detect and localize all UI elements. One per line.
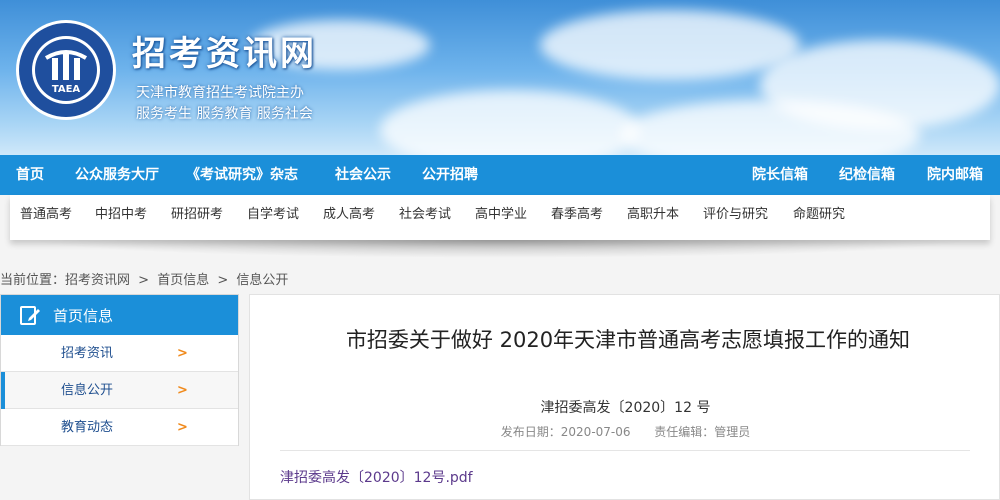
subnav-spring-exam[interactable]: 春季高考: [551, 195, 603, 235]
site-header: TAEA 招考资讯网 天津市教育招生考试院主办 服务考生 服务教育 服务社会: [0, 0, 1000, 155]
breadcrumb-homepage-info-link[interactable]: 首页信息: [157, 273, 209, 288]
subnav-high-school-entrance[interactable]: 中招中考: [95, 195, 147, 235]
sidebar-item-info-disclosure[interactable]: 信息公开 >: [1, 372, 238, 409]
chevron-right-icon: >: [177, 346, 188, 361]
subnav-vocational-upgrade[interactable]: 高职升本: [627, 195, 679, 235]
sidebar: 首页信息 招考资讯 > 信息公开 > 教育动态 >: [0, 294, 239, 446]
subnav-proposition-research[interactable]: 命题研究: [793, 195, 845, 235]
sidebar-title: 首页信息: [53, 306, 114, 325]
subnav-shadow: [30, 240, 970, 258]
chevron-right-icon: >: [177, 420, 188, 435]
category-navigation: 普通高考 中招中考 研招研考 自学考试 成人高考 社会考试 高中学业 春季高考 …: [10, 195, 990, 240]
sidebar-item-label: 教育动态: [61, 420, 114, 435]
document-number: 津招委高发〔2020〕12 号: [540, 400, 711, 416]
topnav-discipline-mailbox[interactable]: 纪检信箱: [839, 155, 895, 195]
topnav-public-service-hall[interactable]: 公众服务大厅: [75, 155, 159, 195]
article-panel: 市招委关于做好 2020年天津市普通高考志愿填报工作的通知 津招委高发〔2020…: [249, 294, 1000, 500]
site-title: 招考资讯网: [132, 34, 317, 74]
breadcrumb-home-link[interactable]: 当前位置：招考资讯网: [0, 273, 130, 288]
sidebar-item-admission-news[interactable]: 招考资讯 >: [1, 335, 238, 372]
subnav-social-exam[interactable]: 社会考试: [399, 195, 451, 235]
subnav-high-school-academic[interactable]: 高中学业: [475, 195, 527, 235]
site-subtitle-slogan: 服务考生 服务教育 服务社会: [136, 106, 313, 122]
subnav-college-entrance[interactable]: 普通高考: [20, 195, 72, 235]
topnav-home[interactable]: 首页: [16, 155, 44, 195]
top-navigation: 首页 公众服务大厅 《考试研究》杂志 社会公示 公开招聘 院长信箱 纪检信箱 院…: [0, 155, 1000, 195]
sidebar-header: 首页信息: [1, 295, 238, 335]
topnav-recruitment[interactable]: 公开招聘: [422, 155, 478, 195]
pdf-attachment-link[interactable]: 津招委高发〔2020〕12号.pdf: [280, 467, 473, 487]
breadcrumb-separator: >: [217, 273, 229, 288]
edit-document-icon: [20, 306, 40, 325]
topnav-president-mailbox[interactable]: 院长信箱: [752, 155, 808, 195]
sidebar-item-education-news[interactable]: 教育动态 >: [1, 409, 238, 446]
sidebar-item-label: 招考资讯: [61, 346, 114, 361]
sidebar-item-label: 信息公开: [61, 383, 114, 398]
responsible-editor: 责任编辑：管理员: [654, 425, 751, 439]
taea-logo-icon[interactable]: TAEA: [14, 18, 118, 122]
site-subtitle-organizer: 天津市教育招生考试院主办: [136, 85, 304, 101]
breadcrumb-separator: >: [138, 273, 150, 288]
article-meta: 发布日期：2020-07-06 责任编辑：管理员: [250, 423, 1000, 440]
publish-date: 发布日期：2020-07-06: [500, 425, 631, 439]
topnav-internal-mailbox[interactable]: 院内邮箱: [927, 155, 983, 195]
subnav-self-study-exam[interactable]: 自学考试: [247, 195, 299, 235]
divider: [280, 450, 970, 451]
chevron-right-icon: >: [177, 383, 188, 398]
subnav-graduate-exam[interactable]: 研招研考: [171, 195, 223, 235]
subnav-evaluation-research[interactable]: 评价与研究: [703, 195, 768, 235]
topnav-exam-research-magazine[interactable]: 《考试研究》杂志: [186, 155, 298, 195]
breadcrumb-current[interactable]: 信息公开: [236, 273, 288, 288]
topnav-public-notice[interactable]: 社会公示: [335, 155, 391, 195]
logo-text: TAEA: [52, 84, 81, 95]
breadcrumb: 当前位置：招考资讯网 > 首页信息 > 信息公开: [0, 269, 292, 288]
article-title: 市招委关于做好 2020年天津市普通高考志愿填报工作的通知: [345, 328, 911, 352]
subnav-adult-exam[interactable]: 成人高考: [323, 195, 375, 235]
